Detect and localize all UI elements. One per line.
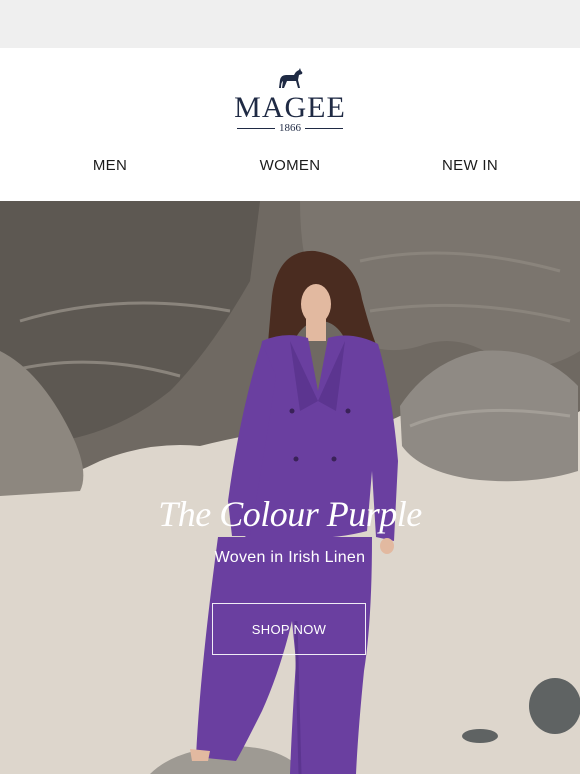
nav-new-in[interactable]: NEW IN — [442, 157, 498, 174]
hound-icon — [279, 68, 303, 88]
brand-year: 1866 — [279, 122, 301, 134]
divider — [237, 127, 275, 129]
nav-men[interactable]: MEN — [93, 157, 127, 174]
nav-women[interactable]: WOMEN — [260, 157, 321, 174]
email-header: MAGEE 1866 MEN WOMEN NEW IN — [0, 48, 580, 201]
divider — [305, 127, 343, 129]
hero-title: The Colour Purple — [158, 494, 422, 534]
hero-image — [0, 201, 580, 774]
top-spacer — [0, 0, 580, 48]
hero-subtitle: Woven in Irish Linen — [214, 549, 366, 566]
shop-now-button[interactable]: SHOP NOW — [212, 603, 366, 655]
brand-logo[interactable]: MAGEE 1866 — [0, 66, 580, 134]
brand-wordmark: MAGEE — [234, 91, 346, 124]
hero-banner[interactable]: The Colour Purple Woven in Irish Linen S… — [0, 201, 580, 774]
brand-year-row: 1866 — [237, 122, 343, 134]
